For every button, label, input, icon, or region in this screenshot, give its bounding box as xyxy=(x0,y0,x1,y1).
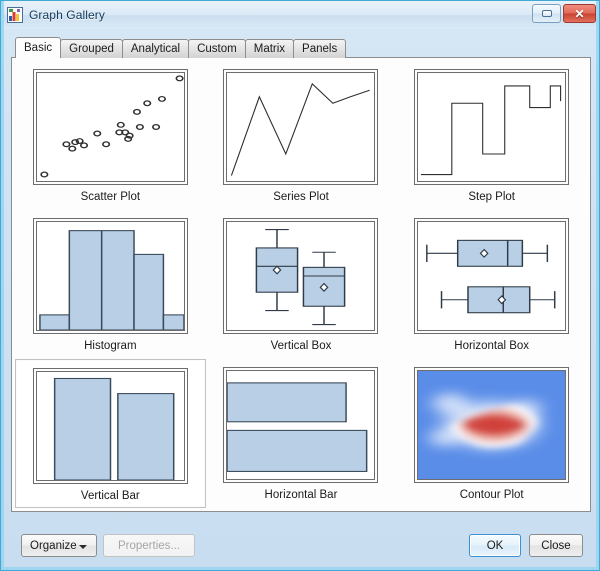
thumbnail-frame xyxy=(223,69,379,185)
close-button-label: Close xyxy=(541,539,571,552)
histogram-preview xyxy=(35,221,185,331)
gallery-item-label: Series Plot xyxy=(273,191,329,203)
tab-custom[interactable]: Custom xyxy=(188,39,246,58)
tab-analytical[interactable]: Analytical xyxy=(121,39,190,58)
properties-button-label: Properties... xyxy=(118,539,180,552)
vertical-bar-preview xyxy=(35,371,185,481)
tab-content-panel: Scatter Plot Series Plot Step Plot Histo… xyxy=(11,57,591,512)
gallery-item-histogram[interactable]: Histogram xyxy=(15,210,206,359)
title-bar[interactable]: Graph Gallery ✕ xyxy=(1,1,599,29)
close-icon: ✕ xyxy=(574,6,585,21)
gallery-item-horizontal-bar[interactable]: Horizontal Bar xyxy=(206,359,397,508)
window-title: Graph Gallery xyxy=(29,8,105,22)
tab-label: Analytical xyxy=(130,43,181,55)
tab-panels[interactable]: Panels xyxy=(293,39,347,58)
minimize-icon xyxy=(541,10,552,17)
organize-button-label: Organize xyxy=(30,539,77,552)
step-plot-preview xyxy=(417,72,567,182)
thumbnail-frame xyxy=(223,367,379,483)
gallery-item-label: Vertical Bar xyxy=(80,490,140,502)
contour-plot-preview xyxy=(417,370,567,480)
ok-button-label: OK xyxy=(486,539,504,552)
vertical-box-preview xyxy=(226,221,376,331)
gallery-item-vertical-box[interactable]: Vertical Box xyxy=(206,210,397,359)
window-controls: ✕ xyxy=(532,4,596,23)
tab-label: Custom xyxy=(197,43,237,55)
thumbnail-frame xyxy=(32,368,188,484)
thumbnail-frame xyxy=(32,69,188,185)
dialog-button-bar: Organize Properties... OK Close xyxy=(1,520,599,570)
gallery-item-label: Horizontal Box xyxy=(454,340,530,352)
gallery-item-label: Histogram xyxy=(84,340,137,352)
thumbnail-frame xyxy=(414,367,570,483)
gallery-item-vertical-bar[interactable]: Vertical Bar xyxy=(15,359,206,508)
gallery-item-label: Contour Plot xyxy=(459,489,524,501)
gallery-item-label: Scatter Plot xyxy=(80,191,141,203)
close-button[interactable]: Close xyxy=(529,534,583,557)
tab-basic[interactable]: Basic xyxy=(15,37,62,58)
tab-label: Panels xyxy=(302,43,338,55)
ok-button[interactable]: OK xyxy=(469,534,521,557)
gallery-item-step-plot[interactable]: Step Plot xyxy=(396,61,587,210)
series-plot-preview xyxy=(226,72,376,182)
graph-gallery-window: Graph Gallery ✕ Basic Grouped Analytical… xyxy=(0,0,600,571)
minimize-button[interactable] xyxy=(532,4,561,23)
gallery-item-series-plot[interactable]: Series Plot xyxy=(206,61,397,210)
gallery-item-label: Vertical Box xyxy=(270,340,332,352)
thumbnail-frame xyxy=(414,69,570,185)
thumbnail-frame xyxy=(32,218,188,334)
tab-matrix[interactable]: Matrix xyxy=(244,39,295,58)
scatter-plot-preview xyxy=(35,72,185,182)
horizontal-box-preview xyxy=(417,221,567,331)
graph-gallery-app-icon xyxy=(7,7,23,23)
thumbnail-frame xyxy=(223,218,379,334)
horizontal-bar-preview xyxy=(226,370,376,480)
tab-grouped[interactable]: Grouped xyxy=(60,39,123,58)
gallery-item-label: Horizontal Bar xyxy=(264,489,338,501)
tab-label: Basic xyxy=(24,42,53,54)
gallery-item-contour-plot[interactable]: Contour Plot xyxy=(396,359,587,508)
tab-label: Matrix xyxy=(253,43,286,55)
properties-button[interactable]: Properties... xyxy=(103,534,195,557)
gallery-item-label: Step Plot xyxy=(468,191,515,203)
tab-label: Grouped xyxy=(69,43,114,55)
close-window-button[interactable]: ✕ xyxy=(563,4,596,23)
gallery-item-horizontal-box[interactable]: Horizontal Box xyxy=(396,210,587,359)
thumbnail-frame xyxy=(414,218,570,334)
gallery-item-scatter-plot[interactable]: Scatter Plot xyxy=(15,61,206,210)
organize-button[interactable]: Organize xyxy=(21,534,97,557)
graph-gallery-grid: Scatter Plot Series Plot Step Plot Histo… xyxy=(15,61,587,508)
chevron-down-icon xyxy=(79,545,87,549)
tab-strip: Basic Grouped Analytical Custom Matrix P… xyxy=(15,37,347,58)
